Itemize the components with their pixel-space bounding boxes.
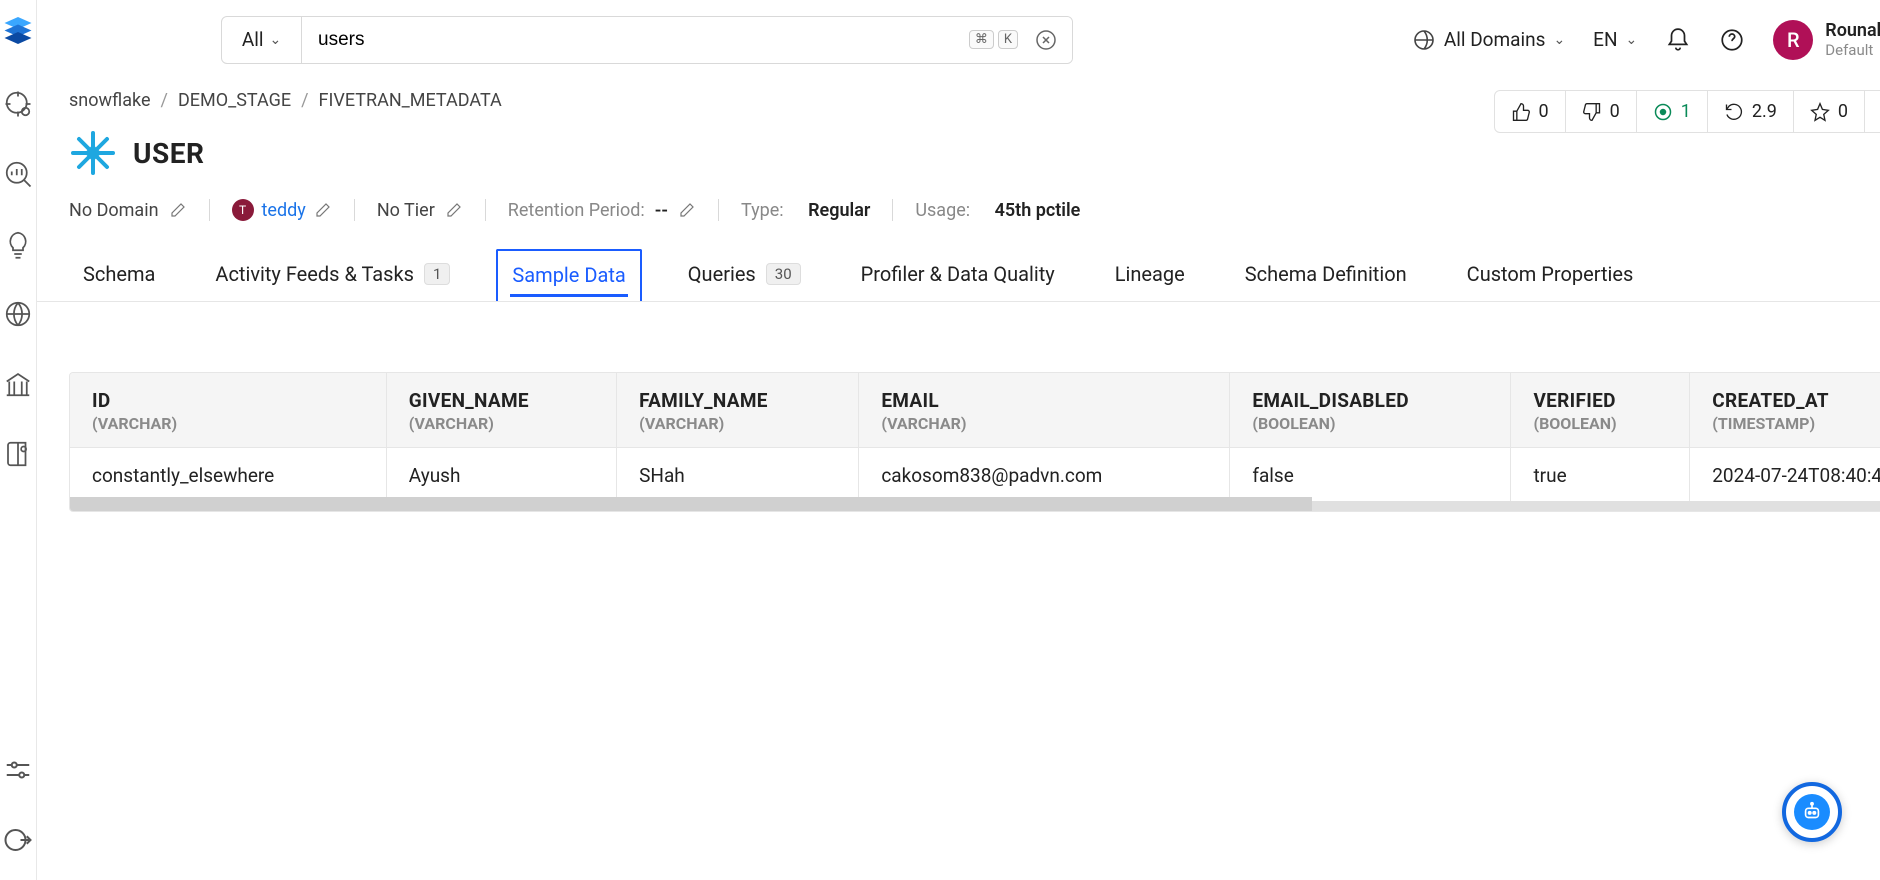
column-header[interactable]: VERIFIED(BOOLEAN): [1511, 373, 1690, 448]
main: All ⌄ ⌘ K All Domains: [37, 0, 1880, 880]
breadcrumb-item[interactable]: FIVETRAN_METADATA: [319, 90, 502, 111]
page-title: USER: [133, 137, 204, 170]
share-button[interactable]: [1865, 91, 1880, 132]
topbar: All ⌄ ⌘ K All Domains: [37, 0, 1880, 80]
meta-row: No Domain T teddy No Tier Retention Peri…: [69, 199, 1880, 221]
domain-field[interactable]: No Domain: [69, 200, 187, 221]
help-icon[interactable]: [1719, 27, 1745, 53]
tests-stat[interactable]: 1: [1637, 91, 1708, 132]
column-header[interactable]: CREATED_AT(TIMESTAMP): [1690, 373, 1880, 448]
clear-icon[interactable]: [1034, 28, 1058, 52]
tier-field[interactable]: No Tier: [377, 200, 463, 221]
search-input[interactable]: [302, 17, 1072, 63]
chevron-down-icon: ⌄: [1553, 32, 1565, 48]
column-header[interactable]: FAMILY_NAME(VARCHAR): [617, 373, 859, 448]
breadcrumb-item[interactable]: snowflake: [69, 90, 151, 111]
globe-icon: [1412, 28, 1436, 52]
notifications-icon[interactable]: [1665, 27, 1691, 53]
usage-field: Usage: 45th pctile: [915, 200, 1080, 221]
type-field: Type: Regular: [741, 200, 870, 221]
breadcrumb-item[interactable]: DEMO_STAGE: [178, 90, 291, 111]
pencil-icon: [314, 201, 332, 219]
language-dropdown[interactable]: EN ⌄: [1593, 28, 1637, 51]
chevron-down-icon: ⌄: [269, 32, 281, 48]
search-box: ⌘ K: [302, 17, 1072, 63]
search-filter-dropdown[interactable]: All ⌄: [222, 17, 302, 63]
pencil-icon: [445, 201, 463, 219]
column-header[interactable]: EMAIL(VARCHAR): [859, 373, 1230, 448]
stats-bar: 0 0 1 2.9 0: [1494, 90, 1880, 133]
insights-icon[interactable]: [2, 158, 34, 190]
chat-fab[interactable]: [1782, 782, 1842, 842]
snowflake-icon: [69, 129, 117, 177]
governance-icon[interactable]: [2, 368, 34, 400]
star-button[interactable]: 0: [1794, 91, 1865, 132]
owner-avatar: T: [232, 199, 254, 221]
table-cell: 2024-07-24T08:40:4: [1690, 448, 1880, 507]
search-filter-label: All: [242, 28, 264, 51]
tabs: Schema Activity Feeds & Tasks1 Sample Data…: [37, 249, 1880, 302]
app-logo[interactable]: [0, 14, 36, 50]
chevron-down-icon: ⌄: [1626, 32, 1638, 48]
pencil-icon: [678, 201, 696, 219]
domains-dropdown[interactable]: All Domains ⌄: [1412, 28, 1565, 52]
column-header[interactable]: GIVEN_NAME(VARCHAR): [386, 373, 616, 448]
sample-data-table-scroll[interactable]: ID(VARCHAR)GIVEN_NAME(VARCHAR)FAMILY_NAM…: [69, 372, 1880, 512]
tab-schema[interactable]: Schema: [69, 249, 169, 301]
tab-schema-definition[interactable]: Schema Definition: [1231, 249, 1421, 301]
tab-activity-feeds-tasks[interactable]: Activity Feeds & Tasks1: [201, 249, 464, 301]
pencil-icon: [169, 201, 187, 219]
tab-custom-properties[interactable]: Custom Properties: [1453, 249, 1648, 301]
dislike-button[interactable]: 0: [1566, 91, 1637, 132]
avatar: R: [1773, 20, 1813, 60]
content: snowflake/ DEMO_STAGE/ FIVETRAN_METADATA…: [37, 80, 1880, 880]
tab-queries[interactable]: Queries30: [674, 249, 815, 301]
explore-icon[interactable]: [2, 88, 34, 120]
glossary-icon[interactable]: [2, 438, 34, 470]
tab-profiler-data-quality[interactable]: Profiler & Data Quality: [847, 249, 1069, 301]
settings-sliders-icon[interactable]: [2, 754, 34, 786]
table-cell: true: [1511, 448, 1690, 507]
owner-field[interactable]: T teddy: [232, 199, 332, 221]
user-sub: Default: [1825, 41, 1880, 59]
user-menu[interactable]: R Rounakpreet.d Default ⌄: [1773, 20, 1880, 60]
left-rail: [0, 0, 37, 880]
horizontal-scrollbar[interactable]: [70, 497, 1312, 511]
user-name: Rounakpreet.d: [1825, 20, 1880, 41]
logout-icon[interactable]: [2, 824, 34, 856]
runtime-stat[interactable]: 2.9: [1708, 91, 1794, 132]
sample-data-table: ID(VARCHAR)GIVEN_NAME(VARCHAR)FAMILY_NAM…: [70, 373, 1880, 511]
globe-icon[interactable]: [2, 298, 34, 330]
lightbulb-icon[interactable]: [2, 228, 34, 260]
column-header[interactable]: EMAIL_DISABLED(BOOLEAN): [1230, 373, 1511, 448]
column-header[interactable]: ID(VARCHAR): [70, 373, 386, 448]
tab-lineage[interactable]: Lineage: [1101, 249, 1199, 301]
tab-sample-data[interactable]: Sample Data: [496, 249, 641, 301]
search-shortcut: ⌘ K: [969, 30, 1018, 49]
breadcrumb: snowflake/ DEMO_STAGE/ FIVETRAN_METADATA: [69, 90, 1494, 111]
like-button[interactable]: 0: [1495, 91, 1566, 132]
retention-field[interactable]: Retention Period:--: [508, 200, 696, 221]
robot-icon: [1794, 794, 1830, 830]
search: All ⌄ ⌘ K: [221, 16, 1073, 64]
